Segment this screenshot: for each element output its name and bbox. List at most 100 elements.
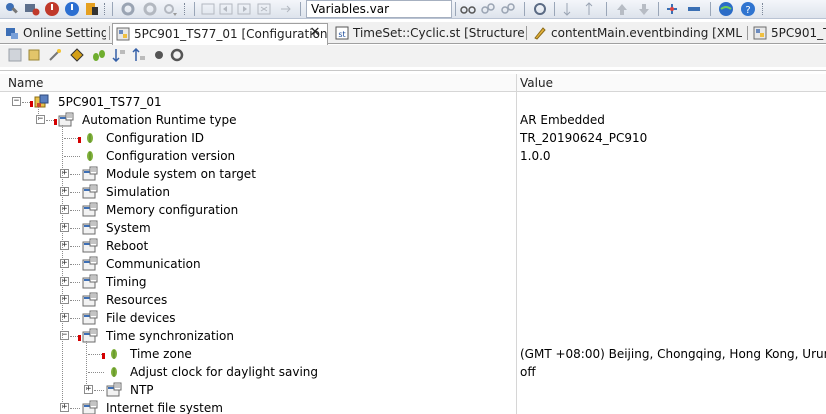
sort-desc-icon[interactable]: [112, 48, 126, 62]
tab-label: TimeSet::Cyclic.st [Structured Text]: [353, 26, 524, 40]
tree-row[interactable]: + Resources: [0, 291, 826, 309]
leaf-icon: [111, 349, 117, 359]
cog-gray-icon[interactable]: [142, 1, 158, 17]
configuration-icon: [116, 27, 130, 41]
tree-row[interactable]: + Memory configuration: [0, 201, 826, 219]
tree-row[interactable]: − 5PC901_TS77_01: [0, 93, 826, 111]
tab-contentmain-eventbinding[interactable]: contentMain.eventbinding [XML File]: [530, 23, 746, 44]
arrow-down-icon[interactable]: [636, 1, 652, 17]
tree-row[interactable]: Configuration version 1.0.0: [0, 147, 826, 165]
tree-row-label: Adjust clock for daylight saving: [130, 365, 319, 379]
folder-settings-icon: [82, 274, 98, 289]
tree-row[interactable]: + Communication: [0, 255, 826, 273]
leaf-icon: [87, 151, 93, 161]
gear-monitor-icon[interactable]: [24, 1, 40, 17]
st-file-icon: st: [335, 26, 349, 40]
toolbar-separator: [710, 2, 711, 16]
configuration-icon: [753, 26, 767, 40]
tree-row-label: Internet file system: [106, 401, 223, 414]
column-header-value[interactable]: Value: [520, 76, 553, 90]
dot-icon[interactable]: [152, 48, 166, 62]
minus-icon[interactable]: [686, 1, 702, 17]
tree-connector: [70, 210, 80, 211]
properties-icon[interactable]: [8, 48, 22, 62]
tree-row[interactable]: + Simulation: [0, 183, 826, 201]
cross-tools-icon[interactable]: [4, 1, 20, 17]
stop-icon[interactable]: [44, 1, 60, 17]
warning-flag-icon: [102, 353, 105, 359]
toolbar-grip[interactable]: [184, 3, 189, 15]
tree-row[interactable]: − Time synchronization: [0, 327, 826, 345]
tab-label: 5PC901_TS: [771, 26, 826, 40]
tab-configuration[interactable]: 5PC901_TS77_01 [Configuration]: [112, 23, 328, 45]
tab-divider: [109, 26, 110, 40]
toolbar-grip[interactable]: [762, 3, 767, 15]
tree-row[interactable]: + Timing: [0, 273, 826, 291]
toolbar-separator: [300, 2, 301, 16]
redo-icon[interactable]: [236, 1, 252, 17]
tree-row[interactable]: Time zone (GMT +08:00) Beijing, Chongqing…: [0, 345, 826, 363]
tree-row[interactable]: Adjust clock for daylight saving off: [0, 363, 826, 381]
tree-row[interactable]: + NTP: [0, 381, 826, 399]
tree-row-value[interactable]: (GMT +08:00) Beijing, Chongqing, Hong Ko…: [520, 347, 826, 361]
help-icon[interactable]: ?: [740, 1, 756, 17]
tree-row-label: Configuration ID: [106, 131, 204, 145]
tab-timeset-cyclic[interactable]: st TimeSet::Cyclic.st [Structured Text]: [332, 23, 524, 44]
close-tab-button[interactable]: ✕: [307, 25, 323, 41]
tree-row-label: Configuration version: [106, 149, 236, 163]
folder-settings-icon: [58, 112, 74, 127]
tree-row-label: Module system on target: [106, 167, 256, 181]
close-doc-icon[interactable]: [256, 1, 272, 17]
power-icon[interactable]: [64, 1, 80, 17]
compare-icon[interactable]: [480, 1, 496, 17]
arrow-up-icon[interactable]: [614, 1, 630, 17]
toolbar-separator: [112, 2, 113, 16]
tree-row-value[interactable]: AR Embedded: [520, 113, 605, 127]
grid-header: Name Value: [0, 74, 826, 92]
tree-row[interactable]: − Automation Runtime type AR Embedded: [0, 111, 826, 129]
collapse-toggle[interactable]: −: [12, 97, 21, 106]
network-icon[interactable]: [664, 1, 680, 17]
tree-row[interactable]: Configuration ID TR_20190624_PC910: [0, 129, 826, 147]
undo-icon[interactable]: [218, 1, 234, 17]
watch-icon[interactable]: [532, 1, 548, 17]
online-settings-icon: [6, 28, 18, 39]
tree-guide-line: [38, 107, 39, 120]
tree-row[interactable]: + File devices: [0, 309, 826, 327]
compare2-icon[interactable]: [500, 1, 516, 17]
tree-connector: [70, 318, 80, 319]
tab-online-settings[interactable]: Online Settings: [2, 23, 106, 44]
tree-connector: [70, 282, 80, 283]
leaf-pair-icon[interactable]: [92, 48, 106, 62]
toolbar-grip[interactable]: [104, 3, 109, 15]
cog-icon[interactable]: [120, 1, 136, 17]
insert-icon[interactable]: [28, 48, 42, 62]
sort-up-icon[interactable]: [584, 1, 600, 17]
sort-down-icon[interactable]: [562, 1, 578, 17]
tab-divider: [747, 26, 748, 40]
tree-row[interactable]: + Reboot: [0, 237, 826, 255]
file-selector-combobox[interactable]: Variables.var: [306, 0, 452, 18]
wand-icon[interactable]: [48, 48, 62, 62]
tree-row-label: NTP: [130, 383, 154, 397]
tree-row-value[interactable]: TR_20190624_PC910: [520, 131, 647, 145]
transfer-icon[interactable]: [84, 1, 100, 17]
tab-configuration-2[interactable]: 5PC901_TS: [750, 23, 826, 44]
settings-gear-icon[interactable]: [170, 48, 184, 62]
diamond-icon[interactable]: [70, 48, 84, 62]
tree-row[interactable]: + Module system on target: [0, 165, 826, 183]
tree-connector: [70, 408, 80, 409]
tree-row-value[interactable]: 1.0.0: [520, 149, 551, 163]
sort-asc-icon[interactable]: [132, 48, 146, 62]
main-toolbar: Variables.var ?: [0, 0, 826, 19]
globe-icon[interactable]: [718, 1, 734, 17]
tree-row[interactable]: + System: [0, 219, 826, 237]
tree-row[interactable]: + Internet file system: [0, 399, 826, 414]
column-header-name[interactable]: Name: [8, 76, 43, 90]
tree-row-value[interactable]: off: [520, 365, 536, 379]
glasses-icon[interactable]: [460, 1, 476, 17]
cog-arrow-icon[interactable]: [162, 1, 178, 17]
window-icon[interactable]: [200, 1, 216, 17]
warning-flag-icon: [78, 137, 81, 143]
arrow-icon[interactable]: [278, 1, 294, 17]
